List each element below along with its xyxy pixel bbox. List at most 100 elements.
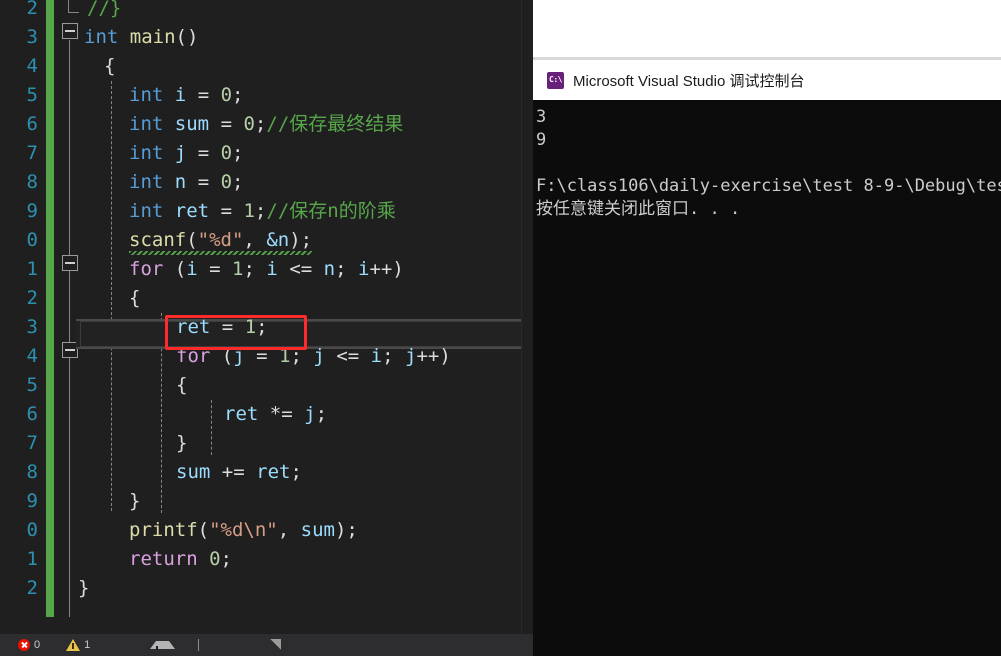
code-line-decl-n: int n = 0;	[129, 168, 244, 197]
token-op-assign: =	[256, 345, 268, 367]
code-line-brace-open-main: {	[104, 52, 115, 81]
token-var-n: n	[323, 258, 336, 280]
status-resize-grip[interactable]	[263, 634, 287, 656]
token-keyword-return: return	[129, 548, 198, 570]
console-output-blank	[536, 152, 1001, 175]
token-num: 1	[244, 316, 257, 338]
token-keyword-int: int	[84, 26, 119, 48]
error-count-label: 0	[34, 639, 41, 651]
token-function-printf: printf	[129, 519, 198, 541]
token-keyword-for: for	[129, 258, 164, 280]
code-editor[interactable]: 2 3 4 5 6 7 8 9 0 1 2 3 4 5 6 7 8 9 0 1 …	[0, 0, 533, 634]
token-function-main: main	[129, 26, 176, 48]
token-num: 0	[220, 171, 233, 193]
token-num: 0	[220, 84, 233, 106]
status-scroll-up[interactable]	[144, 634, 176, 656]
token-op-inc: ++	[369, 258, 393, 280]
token-addr-n: &n	[266, 229, 290, 251]
token-op-plus-assign: +=	[221, 461, 245, 483]
token-semicolon: ;	[232, 84, 244, 106]
token-var-j: j	[304, 403, 316, 425]
token-var-i: i	[370, 345, 383, 367]
token-var-ret: ret	[256, 461, 291, 483]
token-brace: {	[104, 55, 116, 77]
token-var-sum: sum	[174, 113, 210, 135]
token-semicolon: ;	[254, 200, 267, 222]
code-line-brace-open-for-outer: {	[129, 284, 140, 313]
token-op-assign: =	[221, 316, 234, 338]
token-op-assign: =	[220, 113, 233, 135]
token-semicolon: ;	[254, 113, 267, 135]
desktop-background	[533, 0, 1001, 57]
code-line-ret-multiply: ret *= j;	[224, 400, 327, 429]
code-line-decl-i: int i = 0;	[129, 81, 244, 110]
token-op-assign: =	[220, 200, 233, 222]
code-text[interactable]: //} int main() { int i = 0; int sum = 0;…	[0, 0, 533, 634]
divider-line	[198, 639, 200, 651]
token-var-sum: sum	[300, 519, 335, 541]
arrow-up-icon	[150, 639, 176, 651]
token-op-le: <=	[289, 258, 313, 280]
code-line-sum-add: sum += ret;	[176, 458, 302, 487]
token-var-j: j	[313, 345, 325, 367]
token-num: 0	[220, 142, 233, 164]
token-comment-ret: //保存n的阶乘	[266, 200, 396, 222]
token-var-i: i	[266, 258, 278, 280]
token-comment-sum: //保存最终结果	[266, 113, 404, 135]
token-var-j: j	[233, 345, 245, 367]
app-root: 2 3 4 5 6 7 8 9 0 1 2 3 4 5 6 7 8 9 0 1 …	[0, 0, 1001, 656]
token-op-assign: =	[209, 258, 221, 280]
token-var-i: i	[174, 84, 187, 106]
code-line-brace-close-for-outer: }	[129, 487, 140, 516]
code-line-main-signature: int main()	[84, 26, 199, 48]
debug-console-window[interactable]: C:\ Microsoft Visual Studio 调试控制台 3 9 F:…	[533, 60, 1001, 656]
console-output-line: 9	[536, 130, 547, 150]
warning-triangle-icon	[66, 639, 81, 651]
token-keyword-int: int	[129, 84, 164, 106]
code-line-brace-close-for-inner: }	[176, 429, 187, 458]
code-line-printf: printf("%d\n", sum);	[129, 519, 358, 541]
console-app-icon: C:\	[547, 71, 564, 89]
token-var-ret: ret	[176, 316, 211, 338]
token-semicolon: ;	[290, 345, 302, 367]
code-line-comment-close: //}	[87, 0, 121, 23]
code-line-return: return 0;	[129, 545, 232, 574]
token-semicolon: ;	[290, 461, 302, 483]
token-brace: }	[176, 432, 188, 454]
token-keyword-for: for	[176, 345, 211, 367]
editor-vertical-scrollbar[interactable]	[521, 0, 533, 634]
code-line-brace-close-main: }	[78, 574, 89, 603]
code-line-brace-open-for-inner: {	[176, 371, 187, 400]
token-num: 1	[243, 200, 255, 222]
console-output-area[interactable]: 3 9 F:\class106\daily-exercise\test 8-9-…	[533, 100, 1001, 656]
console-title-bar[interactable]: C:\ Microsoft Visual Studio 调试控制台	[533, 60, 1001, 100]
code-line-decl-ret: int ret = 1;//保存n的阶乘	[129, 197, 396, 226]
token-brace: {	[129, 287, 141, 309]
token-op-assign: =	[197, 84, 210, 106]
code-line-for-inner: for (j = 1; j <= i; j++)	[176, 345, 451, 367]
status-bar: 0 1	[0, 634, 533, 656]
token-keyword-int: int	[129, 200, 164, 222]
console-output-path: F:\class106\daily-exercise\test 8-9-\Deb…	[536, 176, 1001, 196]
token-semicolon: ;	[382, 345, 394, 367]
token-function-scanf: scanf	[129, 229, 187, 251]
token-semicolon: ;	[256, 316, 268, 338]
token-op-assign: =	[197, 171, 210, 193]
token-keyword-int: int	[129, 142, 164, 164]
status-error-count[interactable]: 0	[12, 634, 46, 656]
token-semicolon: ;	[243, 258, 255, 280]
code-line-for-outer: for (i = 1; i <= n; i++)	[129, 258, 404, 280]
console-output-prompt: 按任意键关闭此窗口. . .	[536, 199, 741, 219]
code-line-ret-reset: ret = 1;	[176, 313, 268, 342]
token-semicolon: ;	[232, 142, 244, 164]
token-keyword-int: int	[129, 113, 164, 135]
token-semicolon: ;	[220, 548, 232, 570]
code-line-decl-sum: int sum = 0;//保存最终结果	[129, 110, 403, 139]
token-var-i: i	[358, 258, 370, 280]
code-line-decl-j: int j = 0;	[129, 139, 244, 168]
token-semicolon: ;	[335, 258, 347, 280]
status-warning-count[interactable]: 1	[60, 634, 96, 656]
warning-count-label: 1	[84, 639, 91, 651]
token-num: 0	[209, 548, 221, 570]
token-brace: }	[129, 490, 141, 512]
